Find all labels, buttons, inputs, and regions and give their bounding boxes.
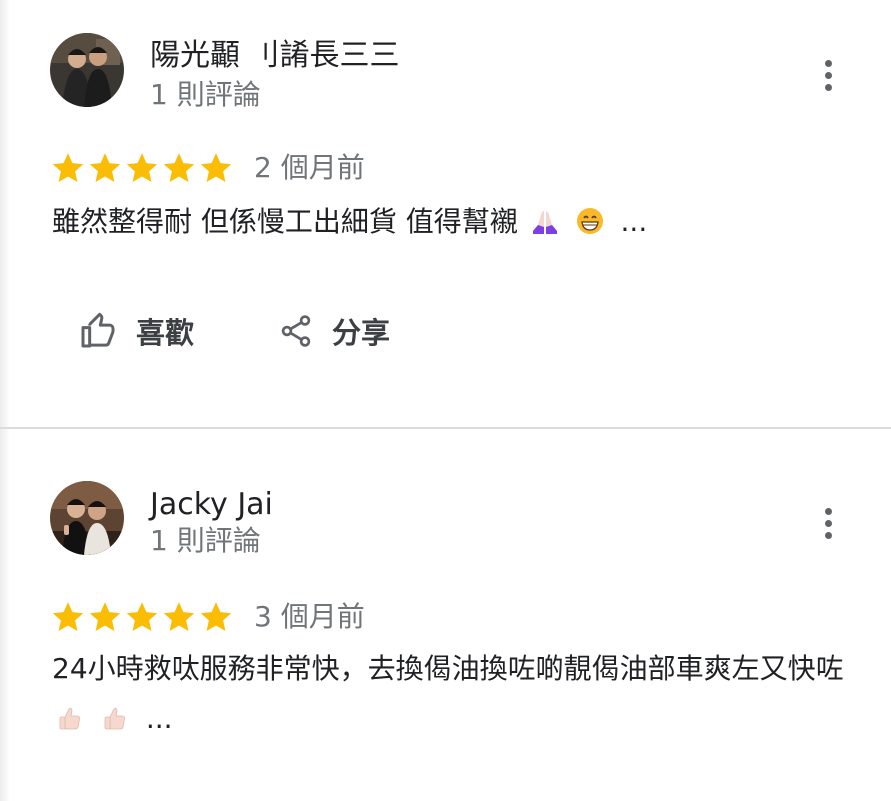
- review-text-block[interactable]: 24小時救呔服務非常快，去換偈油換咗啲靚偈油部車爽左又快咗 ...: [52, 644, 852, 744]
- review-text: 24小時救呔服務非常快，去換偈油換咗啲靚偈油部車爽左又快咗: [52, 652, 844, 685]
- thumbs-up-icon: [104, 707, 125, 730]
- more-options-button[interactable]: [812, 55, 844, 95]
- review-text-block[interactable]: 雖然整得耐 但係慢工出細貨 值得幫襯 ...: [52, 197, 852, 247]
- star-icon: [198, 150, 234, 186]
- star-icon: [50, 599, 86, 635]
- more-text-ellipsis[interactable]: ...: [621, 205, 648, 238]
- author-name[interactable]: Jacky Jai: [150, 487, 273, 523]
- review-count: 1 則評論: [150, 78, 261, 111]
- star-icon: [50, 150, 86, 186]
- reviews-page: 陽光顳 刂誵長三三 1 則評論 2 個月前 雖然整得耐 但係慢工出細貨 值得幫襯: [0, 0, 891, 801]
- star-icon: [161, 150, 197, 186]
- thumb-up-icon: [81, 312, 115, 348]
- like-label: 喜歡: [136, 316, 195, 350]
- star-icon: [198, 599, 234, 635]
- review-date: 2 個月前: [254, 151, 365, 184]
- star-rating: [50, 150, 234, 186]
- grinning-face-icon: [576, 208, 603, 234]
- folded-hands-icon: [532, 211, 557, 234]
- review-card: Jacky Jai 1 則評論 3 個月前 24小時救呔服務非常快，去換偈油換咗…: [0, 429, 891, 801]
- review-date: 3 個月前: [254, 600, 365, 633]
- author-name[interactable]: 陽光顳 刂誵長三三: [150, 38, 400, 74]
- share-icon: [281, 315, 311, 347]
- star-icon: [124, 599, 160, 635]
- avatar[interactable]: [50, 481, 124, 555]
- more-vert-icon: [824, 507, 832, 515]
- review-actions: 喜歡 分享: [78, 306, 390, 356]
- thumbs-up-icon: [59, 707, 80, 730]
- more-vert-icon: [824, 59, 832, 67]
- share-label: 分享: [332, 316, 391, 350]
- review-card: 陽光顳 刂誵長三三 1 則評論 2 個月前 雖然整得耐 但係慢工出細貨 值得幫襯: [0, 0, 891, 428]
- like-button[interactable]: 喜歡: [78, 310, 194, 352]
- rating-row: 3 個月前: [50, 597, 365, 637]
- star-rating: [50, 599, 234, 635]
- star-icon: [87, 150, 123, 186]
- rating-row: 2 個月前: [50, 148, 365, 188]
- more-text-ellipsis[interactable]: ...: [146, 702, 173, 735]
- more-options-button[interactable]: [812, 503, 844, 543]
- review-count: 1 則評論: [150, 524, 261, 557]
- star-icon: [124, 150, 160, 186]
- avatar[interactable]: [50, 33, 124, 107]
- share-button[interactable]: 分享: [278, 310, 390, 352]
- star-icon: [161, 599, 197, 635]
- star-icon: [87, 599, 123, 635]
- review-text: 雖然整得耐 但係慢工出細貨 值得幫襯: [52, 205, 518, 238]
